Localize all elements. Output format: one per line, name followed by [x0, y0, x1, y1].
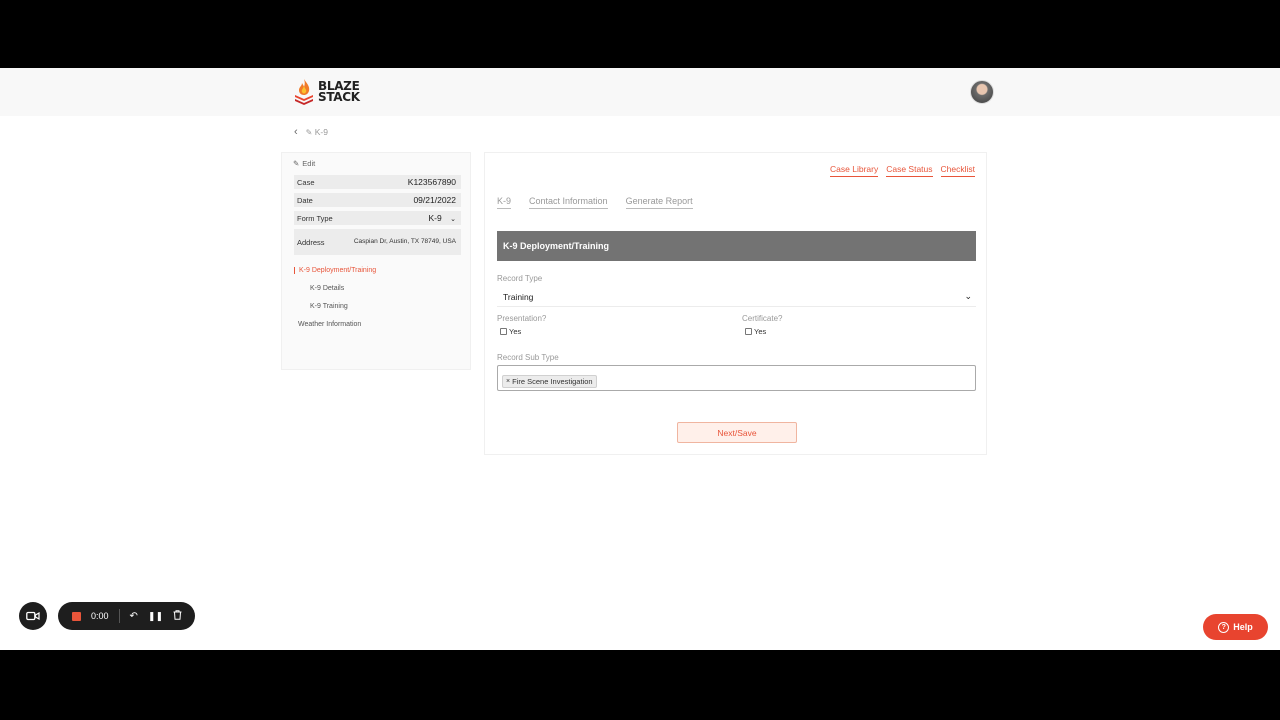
tab-k9[interactable]: K-9: [497, 196, 512, 209]
nav-label: Weather Information: [298, 321, 362, 328]
nav-item-weather-information[interactable]: Weather Information: [298, 321, 361, 328]
certificate-label: Certificate?: [742, 314, 783, 323]
divider: [118, 609, 120, 623]
tab-generate-report[interactable]: Generate Report: [625, 196, 693, 209]
stop-recording-button[interactable]: [72, 611, 81, 621]
presentation-yes-option[interactable]: Yes: [500, 327, 521, 336]
nav-item-k9-training[interactable]: K-9 Training: [310, 303, 348, 310]
brand-name: BLAZE STACK: [318, 80, 360, 104]
certificate-checkbox[interactable]: [745, 328, 752, 335]
breadcrumb-current: ✎ K-9: [306, 127, 328, 137]
form-panel: Case Library Case Status Checklist K-9 C…: [484, 152, 987, 455]
section-header: K-9 Deployment/Training: [497, 231, 976, 261]
date-row: Date 09/21/2022: [294, 193, 461, 207]
address-row: Address Caspian Dr, Austin, TX 78749, US…: [294, 229, 461, 255]
help-button[interactable]: ? Help: [1203, 614, 1268, 640]
pencil-icon: ✎: [305, 128, 313, 137]
nav-label: K-9 Training: [310, 303, 348, 310]
case-status-link[interactable]: Case Status: [886, 164, 933, 177]
breadcrumb: ‹ ✎ K-9: [294, 126, 328, 138]
undo-icon[interactable]: ↶: [130, 611, 138, 622]
edit-button[interactable]: ✎ Edit: [293, 159, 315, 168]
trash-icon[interactable]: [173, 610, 182, 622]
presentation-label: Presentation?: [497, 314, 547, 323]
form-type-row[interactable]: Form Type K-9 ⌄: [294, 211, 461, 225]
recording-controls: 0:00 ↶ ❚❚: [58, 602, 195, 630]
presentation-option-label: Yes: [509, 327, 522, 336]
chevron-left-icon[interactable]: ‹: [294, 126, 298, 138]
form-type-select[interactable]: K-9 ⌄: [429, 213, 456, 223]
case-library-link[interactable]: Case Library: [830, 164, 879, 177]
record-sub-type-label: Record Sub Type: [497, 353, 559, 362]
tab-contact-information[interactable]: Contact Information: [529, 196, 608, 209]
sub-type-tag-label: Fire Scene Investigation: [512, 377, 593, 386]
form-tabs: K-9 Contact Information Generate Report: [497, 196, 693, 209]
case-value: K123567890: [407, 177, 456, 187]
sub-type-tag: × Fire Scene Investigation: [502, 375, 597, 388]
next-save-button[interactable]: Next/Save: [677, 422, 797, 443]
pause-icon[interactable]: ❚❚: [148, 611, 163, 622]
question-icon: ?: [1218, 621, 1230, 633]
checklist-link[interactable]: Checklist: [940, 164, 975, 177]
nav-label: K-9 Deployment/Training: [299, 267, 377, 274]
nav-item-k9-details[interactable]: K-9 Details: [310, 285, 344, 292]
record-type-select[interactable]: Training ⌄: [497, 287, 976, 307]
app-viewport: BLAZE STACK ‹ ✎ K-9 ✎ Edit Case K1235678…: [0, 68, 1280, 650]
top-links: Case Library Case Status Checklist: [830, 164, 975, 177]
date-value: 09/21/2022: [413, 195, 456, 205]
help-label: Help: [1233, 622, 1253, 632]
date-label: Date: [297, 195, 313, 205]
section-title: K-9 Deployment/Training: [503, 241, 610, 251]
flame-stack-icon: [294, 78, 314, 106]
form-type-label: Form Type: [297, 213, 333, 223]
case-summary-panel: ✎ Edit Case K123567890 Date 09/21/2022 F…: [281, 152, 471, 370]
edit-label: Edit: [302, 159, 316, 168]
breadcrumb-label: K-9: [314, 127, 328, 137]
case-row: Case K123567890: [294, 175, 461, 189]
record-type-value: Training: [503, 291, 534, 302]
record-sub-type-input[interactable]: × Fire Scene Investigation: [497, 365, 976, 391]
address-label: Address: [297, 237, 325, 247]
brand-logo[interactable]: BLAZE STACK: [294, 78, 360, 106]
edit-icon: ✎: [293, 159, 300, 168]
user-avatar[interactable]: [970, 80, 994, 104]
certificate-yes-option[interactable]: Yes: [745, 327, 766, 336]
record-type-label: Record Type: [497, 274, 543, 283]
form-type-value: K-9: [428, 213, 442, 223]
video-camera-icon: [26, 611, 40, 621]
recording-timer: 0:00: [91, 611, 109, 621]
case-label: Case: [297, 177, 315, 187]
certificate-option-label: Yes: [754, 327, 767, 336]
nav-label: K-9 Details: [310, 285, 345, 292]
remove-tag-icon[interactable]: ×: [506, 378, 510, 385]
next-save-label: Next/Save: [717, 427, 757, 438]
chevron-down-icon: ⌄: [964, 291, 972, 301]
chevron-down-icon: ⌄: [450, 216, 456, 223]
presentation-checkbox[interactable]: [500, 328, 507, 335]
nav-item-deployment-training[interactable]: K-9 Deployment/Training: [294, 267, 376, 274]
brand-line2: STACK: [318, 90, 360, 104]
top-bar: BLAZE STACK: [0, 68, 1280, 116]
camera-button[interactable]: [19, 602, 47, 630]
address-value: Caspian Dr, Austin, TX 78749, USA: [353, 238, 456, 245]
